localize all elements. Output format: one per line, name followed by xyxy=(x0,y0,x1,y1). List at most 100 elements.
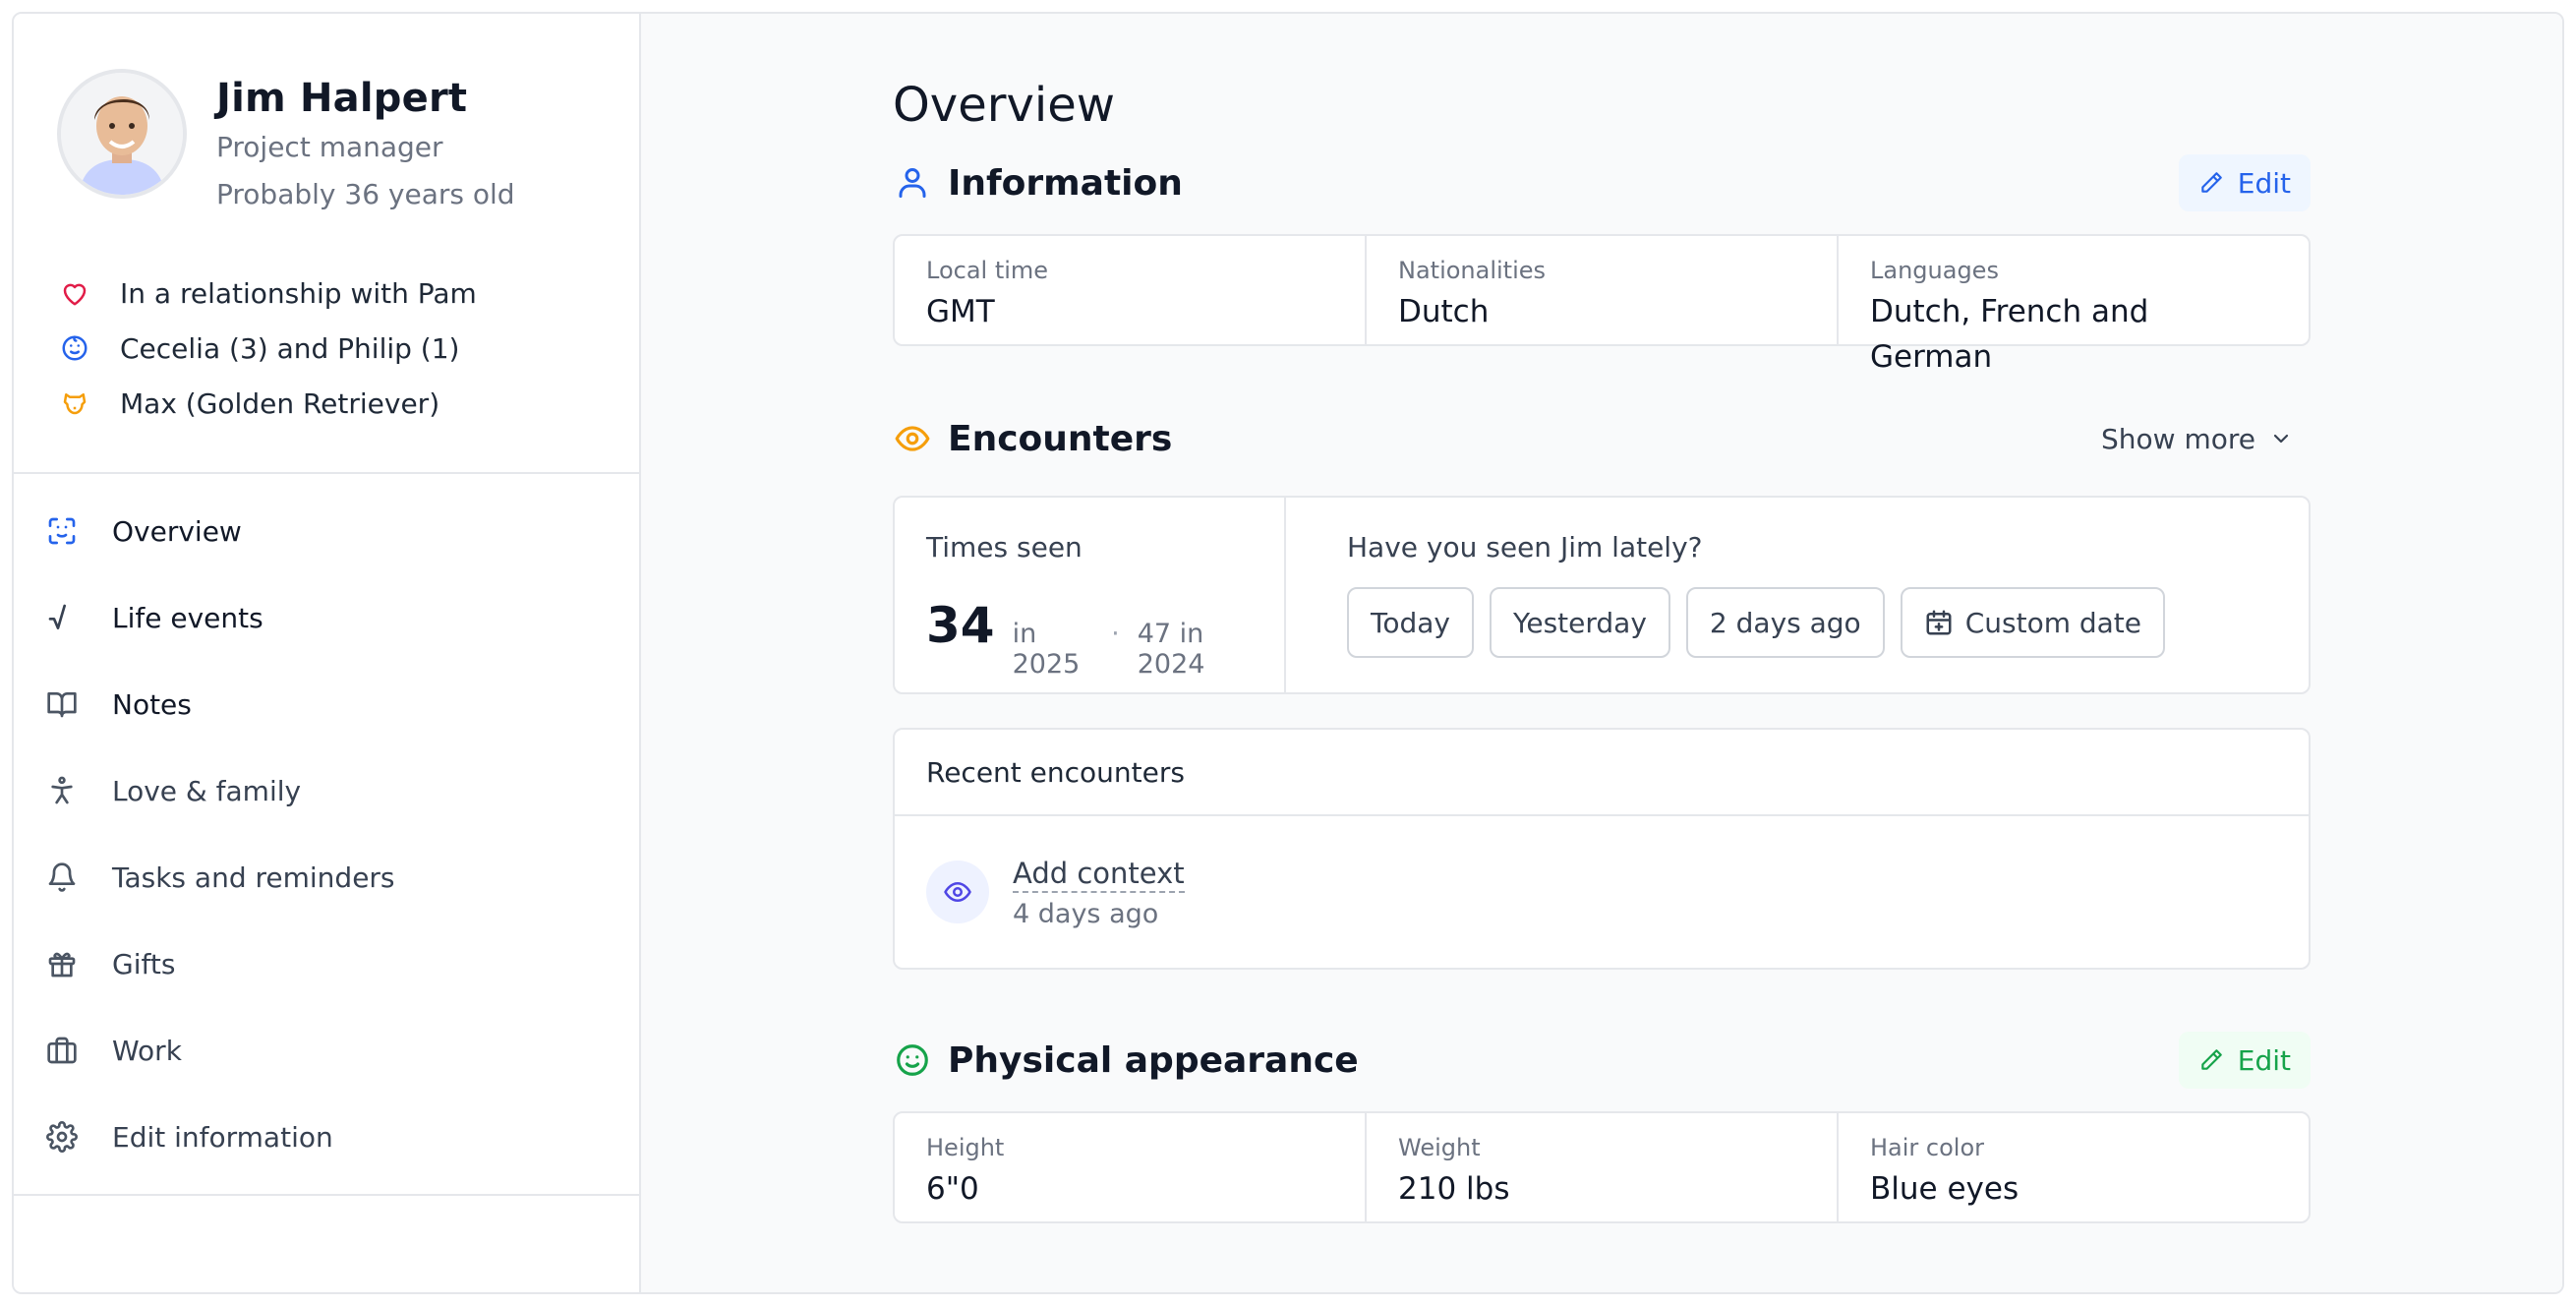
sidebar-item-tasks[interactable]: Tasks and reminders xyxy=(14,834,639,920)
fact-relationship-text: In a relationship with Pam xyxy=(120,276,477,310)
profile-header: Jim Halpert Project manager Probably 36 … xyxy=(14,14,639,218)
calendar-plus-icon xyxy=(1926,610,1952,635)
fact-pet: Max (Golden Retriever) xyxy=(59,376,639,431)
bell-icon xyxy=(45,861,79,894)
recent-encounters-title: Recent encounters xyxy=(895,730,2309,816)
fact-children-text: Cecelia (3) and Philip (1) xyxy=(120,331,460,365)
sidebar-item-label: Tasks and reminders xyxy=(112,861,395,894)
physical-edit-button[interactable]: Edit xyxy=(2178,1032,2311,1089)
profile-name: Jim Halpert xyxy=(216,76,468,121)
eye-icon xyxy=(926,861,989,923)
encounters-title: Encounters xyxy=(948,418,1173,459)
field-label: Languages xyxy=(1870,257,1999,284)
two-days-ago-button[interactable]: 2 days ago xyxy=(1685,587,1885,658)
sidebar-item-label: Notes xyxy=(112,687,192,721)
field-label: Nationalities xyxy=(1398,257,1547,284)
physical-weight: Weight 210 lbs xyxy=(1367,1113,1839,1221)
profile-age: Probably 36 years old xyxy=(216,178,515,210)
edit-label: Edit xyxy=(2237,1043,2291,1077)
edit-label: Edit xyxy=(2237,166,2291,200)
list-item: Add context 4 days ago xyxy=(895,816,2309,968)
encounter-time: 4 days ago xyxy=(1013,898,1159,929)
times-seen-this-year: in 2025 xyxy=(1012,619,1081,680)
sidebar-item-label: Love & family xyxy=(112,774,302,807)
sidebar-item-label: Gifts xyxy=(112,947,176,980)
field-value: 210 lbs xyxy=(1398,1171,1510,1207)
information-edit-button[interactable]: Edit xyxy=(2178,154,2311,211)
field-value: 6"0 xyxy=(926,1171,979,1207)
custom-date-label: Custom date xyxy=(1964,606,2142,639)
sidebar-item-label: Life events xyxy=(112,601,263,634)
briefcase-icon xyxy=(45,1034,79,1067)
show-more-button[interactable]: Show more xyxy=(2101,423,2311,455)
recent-encounters-card: Recent encounters Add context 4 days ago xyxy=(893,728,2311,970)
fact-pet-text: Max (Golden Retriever) xyxy=(120,386,440,420)
field-label: Height xyxy=(926,1134,1005,1161)
add-context-link[interactable]: Add context xyxy=(1013,856,1185,893)
times-seen-count: 34 xyxy=(926,597,995,654)
baby-icon xyxy=(59,332,90,364)
chevron-down-icon xyxy=(2273,434,2289,444)
fact-relationship: In a relationship with Pam xyxy=(59,266,639,321)
encounters-card: Times seen 34 in 2025 · 47 in 2024 Have … xyxy=(893,496,2311,694)
field-label: Weight xyxy=(1398,1134,1481,1161)
gear-icon xyxy=(45,1120,79,1154)
times-seen-panel: Times seen 34 in 2025 · 47 in 2024 xyxy=(895,498,1286,692)
field-value: Blue eyes xyxy=(1870,1171,2020,1207)
sidebar-nav: Overview Life events Notes Love & family xyxy=(14,474,639,1196)
physical-title: Physical appearance xyxy=(948,1039,1359,1081)
main-content: Overview Information Edit Local time GMT… xyxy=(641,14,2562,1292)
field-value: Dutch xyxy=(1398,294,1490,329)
sidebar: Jim Halpert Project manager Probably 36 … xyxy=(14,14,641,1292)
field-label: Local time xyxy=(926,257,1049,284)
sidebar-item-label: Overview xyxy=(112,514,242,548)
information-header: Information Edit xyxy=(893,151,2311,214)
physical-card: Height 6"0 Weight 210 lbs Hair color Blu… xyxy=(893,1111,2311,1223)
information-card: Local time GMT Nationalities Dutch Langu… xyxy=(893,234,2311,375)
face-scan-icon xyxy=(45,514,79,548)
page-title: Overview xyxy=(893,78,1115,133)
app-window: Jim Halpert Project manager Probably 36 … xyxy=(12,12,2564,1294)
profile-role: Project manager xyxy=(216,131,443,163)
field-value: GMT xyxy=(926,294,995,329)
smile-icon xyxy=(893,1040,932,1080)
gift-icon xyxy=(45,947,79,980)
info-local-time: Local time GMT xyxy=(895,236,1367,344)
field-value: Dutch, French and German xyxy=(1870,294,2149,375)
dog-icon xyxy=(59,387,90,419)
information-title: Information xyxy=(948,162,1183,204)
sidebar-item-edit-information[interactable]: Edit information xyxy=(14,1094,639,1180)
sidebar-item-label: Edit information xyxy=(112,1120,333,1154)
physical-height: Height 6"0 xyxy=(895,1113,1367,1221)
custom-date-button[interactable]: Custom date xyxy=(1900,587,2166,658)
person-icon xyxy=(45,774,79,807)
physical-header: Physical appearance Edit xyxy=(893,1029,2311,1092)
sidebar-item-gifts[interactable]: Gifts xyxy=(14,920,639,1007)
book-icon xyxy=(45,687,79,721)
log-encounter-panel: Have you seen Jim lately? Today Yesterda… xyxy=(1286,498,2242,692)
yesterday-button[interactable]: Yesterday xyxy=(1489,587,1670,658)
eye-icon xyxy=(893,419,932,458)
times-seen-last-year: 47 in 2024 xyxy=(1137,619,1205,680)
show-more-label: Show more xyxy=(2101,422,2255,455)
sidebar-item-overview[interactable]: Overview xyxy=(14,488,639,574)
info-languages: Languages Dutch, French and German xyxy=(1839,236,2309,375)
sidebar-item-life-events[interactable]: Life events xyxy=(14,574,639,661)
encounters-header: Encounters Show more xyxy=(893,407,2311,470)
fact-children: Cecelia (3) and Philip (1) xyxy=(59,321,639,376)
physical-hair-color: Hair color Blue eyes xyxy=(1839,1113,2309,1221)
field-label: Hair color xyxy=(1870,1134,1985,1161)
today-button[interactable]: Today xyxy=(1347,587,1474,658)
sidebar-item-notes[interactable]: Notes xyxy=(14,661,639,747)
pencil-icon xyxy=(2201,1049,2222,1070)
times-seen-label: Times seen xyxy=(926,531,1083,564)
separator-dot: · xyxy=(1111,619,1120,649)
sidebar-item-love-family[interactable]: Love & family xyxy=(14,747,639,834)
info-nationalities: Nationalities Dutch xyxy=(1367,236,1839,344)
heart-icon xyxy=(59,277,90,309)
sidebar-item-work[interactable]: Work xyxy=(14,1007,639,1094)
sidebar-item-label: Work xyxy=(112,1034,182,1067)
pencil-icon xyxy=(2201,172,2222,193)
square-root-icon xyxy=(45,601,79,634)
user-icon xyxy=(893,163,932,203)
